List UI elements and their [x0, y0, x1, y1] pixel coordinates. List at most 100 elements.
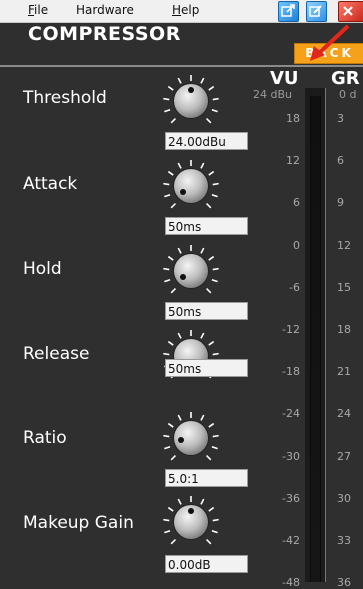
knob-tick	[208, 340, 215, 346]
knob-tick	[163, 434, 170, 438]
knob-tick	[170, 454, 177, 461]
export-icon[interactable]	[278, 1, 299, 22]
attack-knob-indicator	[180, 189, 186, 195]
gr-tick-label: 12	[337, 238, 351, 252]
hold-label: Hold	[23, 259, 62, 279]
release-label: Release	[23, 344, 90, 364]
vu-tick-label: 0	[293, 238, 300, 252]
vu-tick-label: -36	[282, 491, 300, 505]
knob-tick	[208, 255, 215, 261]
knob-tick	[163, 182, 170, 186]
gr-tick-label: 9	[337, 196, 344, 210]
knob-tick	[200, 414, 205, 421]
vu-unit-label: 24 dBu	[253, 88, 292, 101]
knob-tick	[163, 518, 170, 522]
knob-tick	[212, 434, 219, 438]
hold-value[interactable]: 50ms	[165, 302, 248, 320]
hold-knob[interactable]	[174, 254, 208, 288]
threshold-knob-indicator	[188, 87, 194, 93]
knob-tick	[170, 202, 177, 209]
makeup-gain-value[interactable]: 0.00dB	[165, 555, 248, 573]
gr-tick-label: 24	[337, 407, 351, 421]
page-title: COMPRESSOR	[28, 23, 181, 45]
menu-file[interactable]: File	[28, 3, 48, 17]
vu-tick-label: -6	[289, 280, 300, 294]
knob-tick	[205, 202, 212, 209]
knob-tick	[212, 267, 219, 271]
knob-tick	[163, 267, 170, 271]
knob-tick	[211, 530, 218, 534]
knob-tick	[163, 352, 170, 356]
knob-tick	[211, 194, 218, 198]
knob-tick	[205, 538, 212, 545]
threshold-value[interactable]: 24.00dBu	[165, 132, 248, 150]
hold-knob-indicator	[180, 274, 186, 280]
gr-tick-label: 3	[337, 112, 344, 125]
gr-unit-label: 0 d	[339, 88, 357, 101]
release-value[interactable]: 50ms	[165, 359, 248, 377]
knob-tick	[164, 109, 171, 113]
makeup-gain-knob[interactable]	[174, 505, 208, 539]
gr-header: GR	[331, 68, 360, 89]
vu-tick-label: -48	[282, 576, 300, 589]
knob-tick	[164, 194, 171, 198]
knob-tick	[167, 422, 174, 428]
knob-tick	[208, 85, 215, 91]
knob-tick	[200, 247, 205, 254]
knob-tick	[177, 332, 182, 339]
ratio-value[interactable]: 5.0:1	[165, 469, 248, 487]
menu-hardware[interactable]: Hardware	[76, 3, 134, 17]
pointer-arrow-icon	[310, 24, 350, 61]
edit-icon[interactable]	[306, 1, 327, 22]
knob-tick	[200, 332, 205, 339]
knob-tick	[167, 255, 174, 261]
knob-tick	[208, 422, 215, 428]
knob-tick	[164, 530, 171, 534]
menu-file-label: File	[28, 3, 49, 17]
attack-value[interactable]: 50ms	[165, 217, 248, 235]
knob-tick	[211, 109, 218, 113]
threshold-knob[interactable]	[174, 84, 208, 118]
vu-tick-label: -18	[282, 365, 300, 379]
knob-tick	[212, 97, 219, 101]
vu-tick-label: -30	[282, 449, 300, 463]
knob-tick	[177, 498, 182, 505]
gr-tick-label: 6	[337, 154, 344, 168]
makeup-gain-label: Makeup Gain	[23, 513, 134, 533]
knob-tick	[177, 162, 182, 169]
knob-tick	[208, 170, 215, 176]
knob-tick	[200, 77, 205, 84]
ratio-knob[interactable]	[174, 421, 208, 455]
knob-tick	[205, 117, 212, 124]
knob-tick	[177, 414, 182, 421]
vu-tick-label: -12	[282, 323, 300, 336]
knob-tick	[164, 279, 171, 283]
knob-tick	[170, 538, 177, 545]
gr-tick-label: 18	[337, 323, 351, 336]
gr-tick-label: 15	[337, 280, 351, 294]
menu-help[interactable]: Help	[172, 3, 199, 17]
gr-tick-label: 33	[337, 534, 351, 547]
knob-tick	[167, 506, 174, 512]
knob-tick	[170, 287, 177, 294]
attack-knob[interactable]	[174, 169, 208, 203]
vu-tick-label: 18	[286, 112, 300, 125]
vu-tick-label: -42	[282, 534, 300, 547]
vu-tick-label: 12	[286, 154, 300, 168]
ratio-knob-indicator	[178, 437, 184, 443]
knob-tick	[212, 352, 219, 356]
gr-tick-label: 36	[337, 576, 351, 589]
knob-tick	[167, 85, 174, 91]
knob-tick	[163, 97, 170, 101]
knob-tick	[164, 446, 171, 450]
vu-tick-label: -24	[282, 407, 300, 421]
vu-header: VU	[270, 68, 299, 89]
gr-tick-label: 27	[337, 449, 351, 463]
knob-tick	[177, 247, 182, 254]
knob-tick	[170, 117, 177, 124]
knob-tick	[205, 287, 212, 294]
knob-tick	[211, 446, 218, 450]
close-icon[interactable]	[338, 1, 363, 22]
knob-tick	[167, 170, 174, 176]
knob-tick	[208, 506, 215, 512]
